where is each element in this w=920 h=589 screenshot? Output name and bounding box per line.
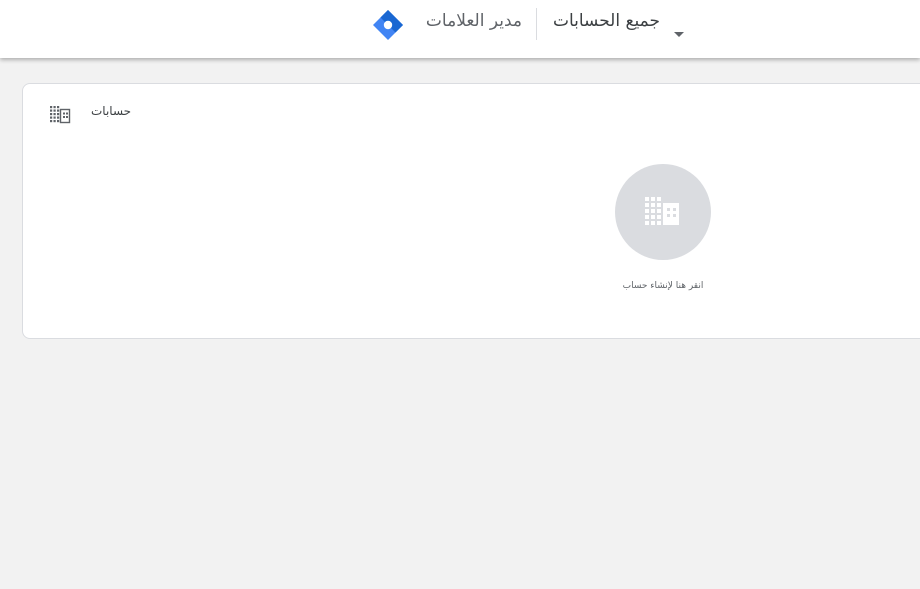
- account-switcher-label: جميع الحسابات: [552, 11, 660, 31]
- tag-manager-logo-icon[interactable]: [372, 9, 404, 41]
- header-divider: [536, 8, 537, 40]
- create-account-button[interactable]: [615, 164, 711, 260]
- top-app-bar: مدير العلامات جميع الحسابات: [0, 0, 920, 58]
- account-switcher[interactable]: جميع الحسابات: [548, 8, 690, 44]
- building-icon: [645, 197, 679, 225]
- accounts-card-title: حسابات: [91, 104, 132, 118]
- caret-down-icon: [674, 32, 684, 37]
- create-account-link[interactable]: انقر هنا لإنشاء حساب: [583, 281, 743, 291]
- product-name: مدير العلامات: [425, 11, 522, 31]
- building-icon: [50, 106, 71, 124]
- accounts-card: حسابات انقر هنا لإنشاء حساب: [22, 83, 920, 339]
